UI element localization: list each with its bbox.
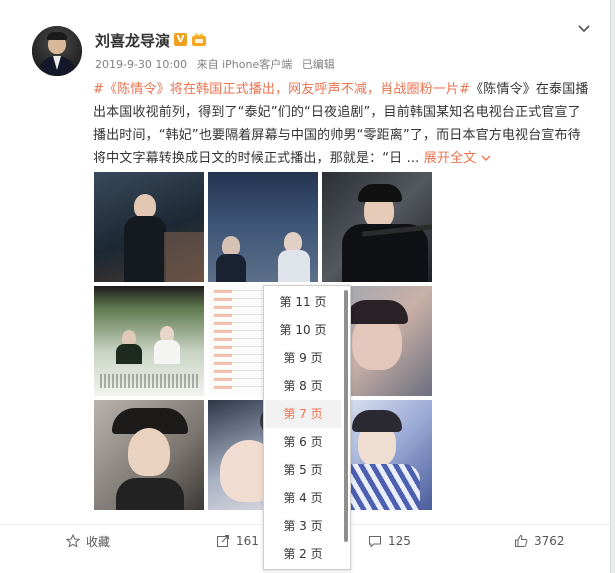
topic-link[interactable]: #《陈情令》将在韩国正式播出，网友呼声不减，肖战圈粉一片# [93, 82, 470, 97]
page-option-selected[interactable]: 第 7 页 [265, 400, 341, 428]
page-option[interactable]: 第 5 页 [265, 456, 341, 484]
favorite-button[interactable]: 收藏 [66, 533, 110, 549]
expand-full-text-link[interactable]: 展开全文 [424, 151, 491, 166]
repost-count: 161 [236, 534, 259, 548]
star-icon [66, 534, 80, 548]
photo-thumbnail[interactable] [94, 400, 204, 510]
comment-icon [369, 536, 381, 548]
level-badge-icon[interactable] [191, 32, 207, 47]
page-option[interactable]: 第 6 页 [265, 428, 341, 456]
chevron-down-icon[interactable] [577, 22, 591, 36]
post-text: #《陈情令》将在韩国正式播出，网友呼声不减，肖战圈粉一片#《陈情令》在泰国播出本… [93, 78, 591, 170]
comment-count: 125 [388, 534, 411, 548]
page-option[interactable]: 第 2 页 [265, 540, 341, 568]
dropdown-scrollbar-thumb[interactable] [344, 290, 348, 542]
page-option[interactable]: 第 4 页 [265, 484, 341, 512]
author-avatar[interactable] [32, 26, 82, 76]
expand-chevron-icon [481, 155, 491, 161]
post-edited[interactable]: 已编辑 [302, 58, 335, 71]
page-select-dropdown[interactable]: 第 11 页 第 10 页 第 9 页 第 8 页 第 7 页 第 6 页 第 … [263, 285, 351, 570]
comment-button[interactable]: 125 [368, 533, 411, 549]
page-option[interactable]: 第 10 页 [265, 316, 341, 344]
photo-thumbnail[interactable] [94, 286, 204, 396]
post-date[interactable]: 2019-9-30 10:00 [95, 58, 187, 71]
page-option[interactable]: 第 11 页 [265, 288, 341, 316]
verified-v-icon: V [174, 33, 187, 46]
page-option[interactable]: 第 3 页 [265, 512, 341, 540]
thumbs-up-icon [515, 534, 528, 547]
like-button[interactable]: 3762 [514, 533, 565, 549]
photo-thumbnail[interactable] [94, 172, 204, 282]
photo-thumbnail[interactable] [208, 172, 318, 282]
photo-thumbnail[interactable] [322, 172, 432, 282]
share-icon [217, 535, 229, 547]
like-count: 3762 [534, 534, 565, 548]
post-source: 来自 iPhone客户端 [196, 58, 293, 71]
author-name[interactable]: 刘喜龙导演 [95, 30, 170, 51]
post-meta: 2019-9-30 10:00 来自 iPhone客户端 已编辑 [95, 56, 341, 72]
page-option[interactable]: 第 8 页 [265, 372, 341, 400]
page-option[interactable]: 第 9 页 [265, 344, 341, 372]
favorite-label: 收藏 [86, 534, 111, 549]
repost-button[interactable]: 161 [216, 533, 259, 549]
